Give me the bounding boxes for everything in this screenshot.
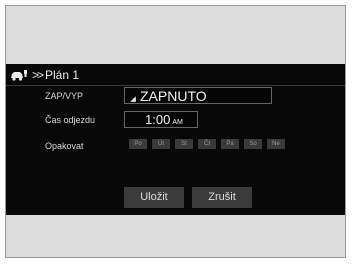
day-toggle-thu[interactable]: Čt — [198, 139, 216, 149]
repeat-label: Opakovat — [45, 141, 84, 151]
status-value: ZAPNUTO — [140, 88, 207, 104]
departure-time-field[interactable]: 1:00 AM — [124, 111, 198, 128]
day-toggle-sat[interactable]: So — [244, 139, 262, 149]
cancel-button[interactable]: Zrušit — [192, 187, 252, 208]
time-value: 1:00 — [145, 112, 171, 127]
save-button[interactable]: Uložit — [124, 187, 184, 208]
status-label: ZAP/VYP — [45, 91, 84, 101]
repeat-days: Po Út St Čt Pá So Ne — [129, 139, 290, 149]
status-toggle-field[interactable]: ZAPNUTO — [124, 87, 272, 104]
page-title: Plán 1 — [45, 68, 80, 82]
corner-caret-icon — [130, 96, 136, 102]
day-toggle-mon[interactable]: Po — [129, 139, 147, 149]
divider — [6, 85, 345, 86]
header: >> Plán 1 — [10, 66, 79, 84]
departure-time-value: 1:00 AM — [145, 112, 183, 131]
page-frame: >> Plán 1 ZAP/VYP ZAPNUTO Čas odjezdu 1:… — [5, 5, 346, 258]
day-toggle-wed[interactable]: St — [175, 139, 193, 149]
car-plug-icon — [11, 70, 27, 81]
ampm-value: AM — [172, 119, 183, 126]
schedule-screen: >> Plán 1 ZAP/VYP ZAPNUTO Čas odjezdu 1:… — [6, 64, 345, 215]
day-toggle-sun[interactable]: Ne — [267, 139, 285, 149]
breadcrumb-chevron-icon: >> — [32, 68, 44, 82]
day-toggle-fri[interactable]: Pá — [221, 139, 239, 149]
departure-time-label: Čas odjezdu — [45, 115, 96, 125]
day-toggle-tue[interactable]: Út — [152, 139, 170, 149]
